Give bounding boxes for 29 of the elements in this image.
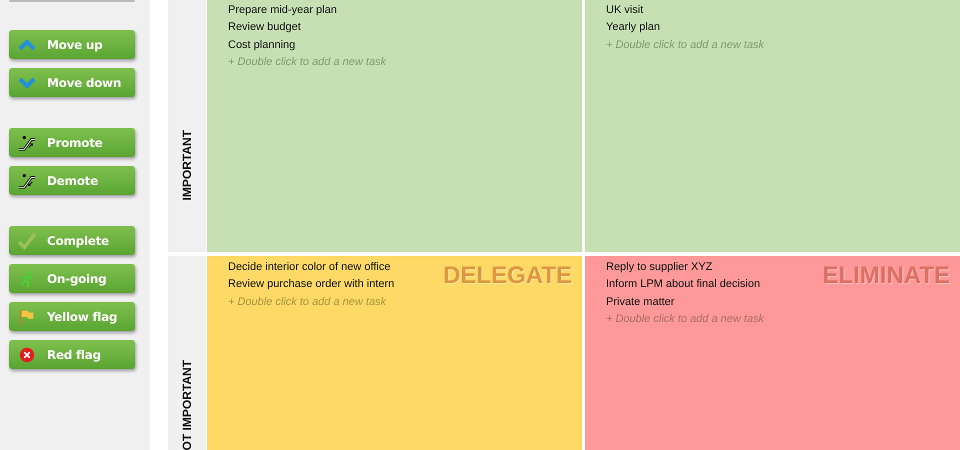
task-item[interactable]: Prepare mid-year plan — [228, 2, 337, 20]
task-item[interactable]: Reply to supplier XYZ — [606, 259, 712, 276]
sidebar-button[interactable]: Yellow flag — [9, 302, 135, 331]
sidebar-button[interactable]: Complete — [9, 226, 135, 255]
add-task-hint[interactable]: + Double click to add a new task — [228, 54, 386, 71]
task-item[interactable]: Yearly plan — [606, 19, 660, 37]
quadrant-title: DELEGATE — [443, 262, 572, 290]
sidebar-button[interactable]: Move down — [9, 68, 135, 97]
sidebar-button[interactable]: Move up — [9, 30, 135, 59]
row-label: IMPORTANT — [180, 130, 194, 200]
add-task-hint[interactable]: + Double click to add a new task — [606, 36, 764, 54]
task-item[interactable]: Cost planning — [228, 36, 296, 54]
sidebar-button[interactable]: Promote — [9, 128, 135, 157]
add-task-hint[interactable]: + Double click to add a new task — [606, 310, 764, 328]
task-item[interactable]: Review budget — [228, 19, 301, 37]
escalator-icon — [17, 134, 37, 152]
add-task-hint[interactable]: + Double click to add a new task — [228, 294, 386, 311]
task-item[interactable]: UK visit — [606, 2, 644, 20]
checkmark-icon — [17, 232, 37, 250]
task-item[interactable]: Private matter — [606, 294, 674, 311]
row-label: OT IMPORTANT — [180, 360, 194, 450]
sidebar-button[interactable]: Demote — [9, 166, 135, 195]
task-item[interactable]: Decide interior color of new office — [228, 259, 390, 276]
escalator-icon — [17, 172, 37, 190]
sidebar-button[interactable]: Red flag — [9, 340, 135, 369]
sidebar-button[interactable]: On-going — [9, 264, 135, 293]
error-icon — [17, 346, 37, 364]
task-item[interactable]: Review purchase order with intern — [228, 276, 394, 294]
task-item[interactable]: Inform LPM about final decision — [606, 276, 760, 294]
